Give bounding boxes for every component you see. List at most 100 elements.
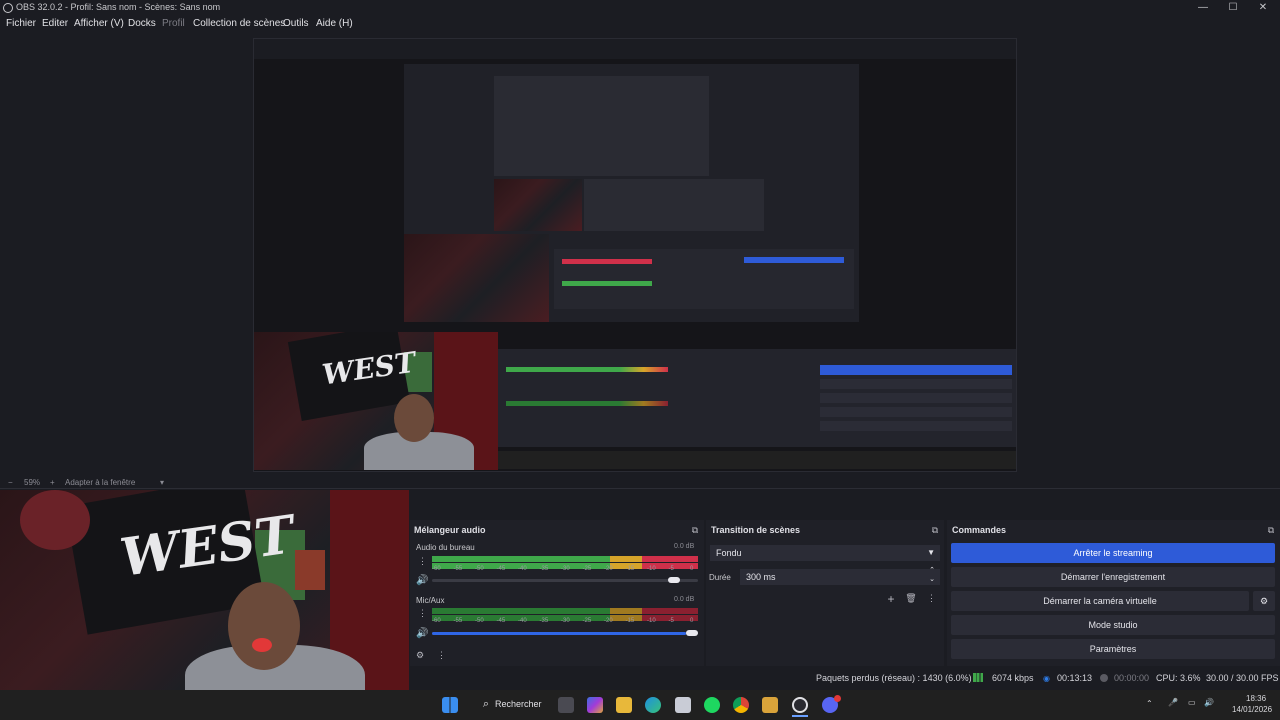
lamp [20,490,90,550]
meter-tick: -25 [582,566,592,572]
windows-start-icon[interactable] [442,697,458,713]
volume-slider-desktop[interactable] [432,579,698,582]
search-icon[interactable]: ⌕ [480,698,492,711]
menu-outils[interactable]: Outils [283,18,309,29]
meter-tick: -5 [668,618,674,624]
trash-icon[interactable]: 🗑 [905,593,917,604]
meter-tick: -5 [668,566,674,572]
webcam-source: WEST [0,490,409,720]
winrar-icon[interactable] [762,697,778,713]
dock-undock-icon-transitions[interactable]: ⧉ [930,525,940,536]
clock-time[interactable]: 18:36 [1246,694,1266,703]
edge-icon[interactable] [645,697,661,713]
start-virtual-camera-button[interactable]: Démarrer la caméra virtuelle [951,591,1249,611]
meter-tick: -55 [453,618,463,624]
nested-preview-2 [494,76,709,176]
nested-webcam-medium [404,234,549,322]
task-view-icon[interactable] [558,697,574,713]
maximize-icon[interactable]: ☐ [1226,1,1240,15]
menu-editer[interactable]: Editer [42,18,68,29]
duration-spinbox[interactable]: 300 ms ⌃ ⌄ [740,566,940,585]
notification-badge [834,695,841,702]
menu-fichier[interactable]: Fichier [6,18,36,29]
meter-tick: -60 [432,566,441,572]
menu-profil[interactable]: Profil [162,18,185,29]
store-icon[interactable] [675,697,691,713]
channel-menu-icon-mic[interactable]: ⋮ [418,608,427,619]
spinner-icon[interactable]: ⌃ ⌄ [929,566,935,584]
taskbar [0,690,1280,720]
volume-icon[interactable]: 🔊 [1204,698,1214,707]
preview-canvas[interactable]: WEST [253,38,1017,472]
meter-tick: -55 [453,566,463,572]
zoom-in-button[interactable]: + [50,478,55,487]
nested-preview-1 [404,64,859,322]
menu-aide[interactable]: Aide (H) [316,18,353,29]
stream-time: 00:13:13 [1057,673,1093,683]
stop-streaming-button[interactable]: Arrêter le streaming [951,543,1275,563]
speaker-icon-mic[interactable]: 🔊 [416,628,428,639]
title-bar: OBS 32.0.2 - Profil: Sans nom - Scènes: … [0,0,1280,16]
taskbar-search[interactable]: Rechercher [495,699,542,709]
nested-docks [498,349,1016,447]
zoom-out-button[interactable]: − [8,478,13,487]
cpu-usage: CPU: 3.6% [1156,673,1201,683]
transition-menu-icon[interactable]: ⋮ [927,593,936,604]
menu-afficher[interactable]: Afficher (V) [74,18,124,29]
gear-icon: ⚙ [1259,596,1269,606]
signal-icon [973,673,983,682]
channel-name-mic: Mic/Aux [416,596,445,605]
transition-select[interactable]: Fondu ▼ [710,545,940,561]
meter-tick: -40 [518,566,527,572]
spotify-icon[interactable] [704,697,720,713]
speaker-icon[interactable]: 🔊 [416,575,428,586]
chevron-up-icon[interactable]: ⌃ [1146,699,1153,708]
meter-tick: -40 [518,618,527,624]
minimize-icon[interactable]: — [1196,1,1210,15]
zoom-bar [0,476,1280,488]
obs-logo-icon [3,3,13,13]
studio-mode-button[interactable]: Mode studio [951,615,1275,635]
start-recording-button[interactable]: Démarrer l'enregistrement [951,567,1275,587]
meter-tick: -35 [539,566,549,572]
mic-glow [252,638,272,652]
dock-undock-icon[interactable]: ⧉ [690,525,700,536]
transition-selected: Fondu [716,548,742,558]
close-icon[interactable]: ✕ [1256,1,1270,15]
active-indicator [792,715,808,717]
virtual-camera-settings-button[interactable]: ⚙ [1253,591,1275,611]
meter-tick: -15 [625,618,635,624]
clock-date[interactable]: 14/01/2026 [1232,705,1272,714]
nested-titlebar [254,39,1016,59]
meter-scale-desktop: -60 -55 -50 -45 -40 -35 -30 -25 -20 -15 -10 -5 0 [432,566,698,574]
dropped-frames: Paquets perdus (réseau) : 1430 (6.0%) [816,673,972,683]
channel-menu-icon[interactable]: ⋮ [418,556,427,567]
obs-taskbar-icon[interactable] [792,697,808,713]
meter-tick: 0 [690,618,694,624]
record-icon [1100,674,1108,682]
display-icon[interactable]: ▭ [1188,698,1196,707]
file-explorer-icon[interactable] [616,697,632,713]
rec-time: 00:00:00 [1114,673,1150,683]
stream-icon: ◉ [1043,674,1050,683]
settings-button[interactable]: Paramètres [951,639,1275,659]
gear-icon[interactable]: ⚙ [414,650,426,661]
zoom-fit-select[interactable]: Adapter à la fenêtre [65,478,135,487]
microphone-icon[interactable]: 🎤 [1168,698,1178,707]
meter-tick: -45 [496,566,506,572]
dock-undock-icon-controls[interactable]: ⧉ [1266,525,1276,536]
volume-knob-desktop[interactable] [668,577,681,583]
meter-tick: -15 [625,566,635,572]
meter-tick: -10 [647,566,656,572]
mixer-menu-icon[interactable]: ⋮ [437,650,446,661]
chevron-down-icon[interactable]: ▾ [160,478,164,487]
menu-docks[interactable]: Docks [128,18,156,29]
meter-scale-mic: -60 -55 -50 -45 -40 -35 -30 -25 -20 -15 -10 -5 0 [432,618,698,626]
nested-webcam: WEST [254,332,498,470]
volume-knob-mic[interactable] [686,630,698,636]
channel-name-desktop: Audio du bureau [416,543,475,552]
copilot-icon[interactable] [587,697,603,713]
chrome-icon[interactable] [733,697,749,713]
add-icon[interactable]: + [885,592,897,606]
menu-collection-scenes[interactable]: Collection de scènes [193,18,285,29]
